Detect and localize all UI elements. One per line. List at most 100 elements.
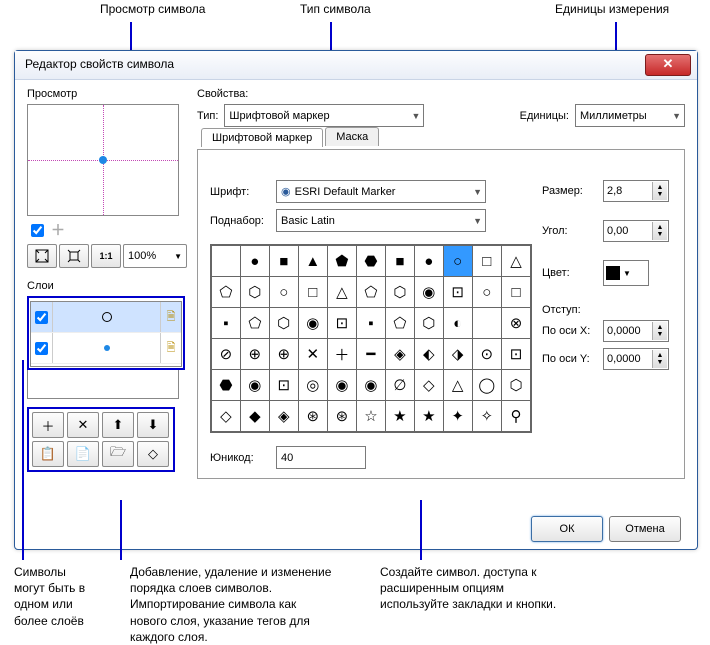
glyph-cell[interactable]: ⊡ xyxy=(269,370,298,401)
glyph-cell[interactable]: ⬣ xyxy=(356,246,385,277)
glyph-cell[interactable]: ☆ xyxy=(356,401,385,432)
glyph-cell[interactable]: ◇ xyxy=(212,401,241,432)
subset-dropdown[interactable]: Basic Latin▼ xyxy=(276,209,486,232)
glyph-cell[interactable]: ⊗ xyxy=(502,308,531,339)
ok-button[interactable]: ОК xyxy=(531,516,603,542)
glyph-cell[interactable]: ⬠ xyxy=(240,308,269,339)
glyph-cell[interactable]: ● xyxy=(240,246,269,277)
type-dropdown[interactable]: Шрифтовой маркер▼ xyxy=(224,104,424,127)
glyph-cell[interactable]: ⊕ xyxy=(269,339,298,370)
glyph-cell[interactable] xyxy=(212,246,241,277)
zoom-actual-button[interactable]: 1:1 xyxy=(91,244,121,268)
zoom-dropdown[interactable]: 100%▼ xyxy=(123,244,187,268)
glyph-cell[interactable]: ⬗ xyxy=(443,339,472,370)
glyph-cell[interactable]: □ xyxy=(298,277,327,308)
glyph-cell[interactable]: ◉ xyxy=(414,277,443,308)
glyph-cell[interactable]: ⬡ xyxy=(269,308,298,339)
glyph-cell[interactable]: ⊡ xyxy=(327,308,356,339)
glyph-cell[interactable]: ⊕ xyxy=(240,339,269,370)
glyph-cell[interactable]: ⬠ xyxy=(385,308,414,339)
tab-mask[interactable]: Маска xyxy=(325,127,379,146)
tab-character-marker[interactable]: Шрифтовой маркер xyxy=(201,128,323,147)
glyph-cell[interactable]: ⊛ xyxy=(298,401,327,432)
glyph-cell[interactable]: ━ xyxy=(356,339,385,370)
glyph-cell[interactable]: ◉ xyxy=(298,308,327,339)
copy-layer-button[interactable]: 📋 xyxy=(32,441,64,467)
glyph-cell[interactable]: ⊙ xyxy=(472,339,501,370)
glyph-cell[interactable]: △ xyxy=(327,277,356,308)
glyph-cell[interactable]: ■ xyxy=(385,246,414,277)
units-dropdown[interactable]: Миллиметры▼ xyxy=(575,104,685,127)
titlebar[interactable]: Редактор свойств символа ✕ xyxy=(15,51,697,80)
add-layer-button[interactable]: ＋ xyxy=(32,412,64,438)
layer-row[interactable]: 🗎 xyxy=(31,302,181,333)
glyph-cell[interactable]: ⬡ xyxy=(502,370,531,401)
glyph-cell[interactable]: ⬡ xyxy=(385,277,414,308)
unicode-field[interactable]: 40 xyxy=(276,446,366,469)
glyph-cell[interactable]: ▪ xyxy=(212,308,241,339)
angle-spinner[interactable]: 0,00▲▼ xyxy=(603,220,669,242)
glyph-cell[interactable]: ⬡ xyxy=(414,308,443,339)
glyph-cell[interactable]: ⬡ xyxy=(240,277,269,308)
glyph-cell[interactable]: ◎ xyxy=(298,370,327,401)
glyph-cell[interactable]: ◇ xyxy=(414,370,443,401)
glyph-cell[interactable]: ● xyxy=(414,246,443,277)
offset-x-spinner[interactable]: 0,0000▲▼ xyxy=(603,320,669,342)
layer-lock-icon[interactable]: 🗎 xyxy=(161,308,181,327)
layer-row[interactable]: 🗎 xyxy=(31,333,181,364)
size-spinner[interactable]: 2,8▲▼ xyxy=(603,180,669,202)
glyph-cell[interactable]: ⬣ xyxy=(212,370,241,401)
glyph-cell[interactable]: ◈ xyxy=(385,339,414,370)
preview-checkbox[interactable] xyxy=(31,224,44,237)
glyph-cell[interactable]: ⊡ xyxy=(443,277,472,308)
glyph-cell[interactable]: ◉ xyxy=(327,370,356,401)
cancel-button[interactable]: Отмена xyxy=(609,516,681,542)
glyph-cell[interactable]: ★ xyxy=(414,401,443,432)
move-down-button[interactable]: ⬇ xyxy=(137,412,169,438)
offset-y-spinner[interactable]: 0,0000▲▼ xyxy=(603,348,669,370)
glyph-cell[interactable]: ■ xyxy=(269,246,298,277)
layers-list[interactable]: 🗎 🗎 xyxy=(30,301,182,367)
zoom-full-button[interactable] xyxy=(59,244,89,268)
close-button[interactable]: ✕ xyxy=(645,54,691,76)
glyph-cell[interactable]: △ xyxy=(502,246,531,277)
glyph-cell[interactable]: ✕ xyxy=(298,339,327,370)
glyph-cell[interactable]: ✧ xyxy=(472,401,501,432)
glyph-grid[interactable]: ●■▲⬟⬣■●○□△⬠⬡○□△⬠⬡◉⊡○□▪⬠⬡◉⊡▪⬠⬡◐⊗⊘⊕⊕✕＋━◈⬖⬗… xyxy=(210,244,532,433)
paste-layer-button[interactable]: 📄 xyxy=(67,441,99,467)
glyph-cell[interactable]: □ xyxy=(502,277,531,308)
glyph-cell[interactable]: ✦ xyxy=(443,401,472,432)
glyph-cell[interactable]: ◐ xyxy=(443,308,472,339)
glyph-cell[interactable]: ⬟ xyxy=(327,246,356,277)
glyph-cell[interactable]: ⬖ xyxy=(414,339,443,370)
glyph-cell[interactable]: ◉ xyxy=(356,370,385,401)
layer-visible-checkbox[interactable] xyxy=(35,342,48,355)
delete-layer-button[interactable]: ✕ xyxy=(67,412,99,438)
layer-lock-icon[interactable]: 🗎 xyxy=(161,339,181,358)
glyph-cell[interactable]: ⚲ xyxy=(502,401,531,432)
glyph-cell[interactable]: ∅ xyxy=(385,370,414,401)
glyph-cell[interactable]: ⊛ xyxy=(327,401,356,432)
color-picker[interactable]: ▼ xyxy=(603,260,649,286)
font-dropdown[interactable]: ◉ESRI Default Marker▼ xyxy=(276,180,486,203)
glyph-cell[interactable]: ◉ xyxy=(240,370,269,401)
glyph-cell[interactable]: △ xyxy=(443,370,472,401)
layer-visible-checkbox[interactable] xyxy=(35,311,48,324)
glyph-cell[interactable]: ⊡ xyxy=(502,339,531,370)
tag-layer-button[interactable]: ◇ xyxy=(137,441,169,467)
glyph-cell[interactable]: ▪ xyxy=(356,308,385,339)
glyph-cell[interactable]: ★ xyxy=(385,401,414,432)
glyph-cell[interactable]: ⬠ xyxy=(356,277,385,308)
glyph-cell[interactable]: ＋ xyxy=(327,339,356,370)
glyph-cell[interactable]: ◯ xyxy=(472,370,501,401)
glyph-cell[interactable]: ⊘ xyxy=(212,339,241,370)
zoom-fit-button[interactable] xyxy=(27,244,57,268)
glyph-cell[interactable]: ○ xyxy=(472,277,501,308)
glyph-cell[interactable]: ⬠ xyxy=(212,277,241,308)
glyph-cell[interactable]: ◈ xyxy=(269,401,298,432)
import-layer-button[interactable]: 🗁 xyxy=(102,441,134,467)
glyph-cell[interactable]: □ xyxy=(472,246,501,277)
glyph-cell[interactable]: ▲ xyxy=(298,246,327,277)
glyph-cell[interactable]: ○ xyxy=(269,277,298,308)
glyph-cell[interactable]: ○ xyxy=(443,246,472,277)
